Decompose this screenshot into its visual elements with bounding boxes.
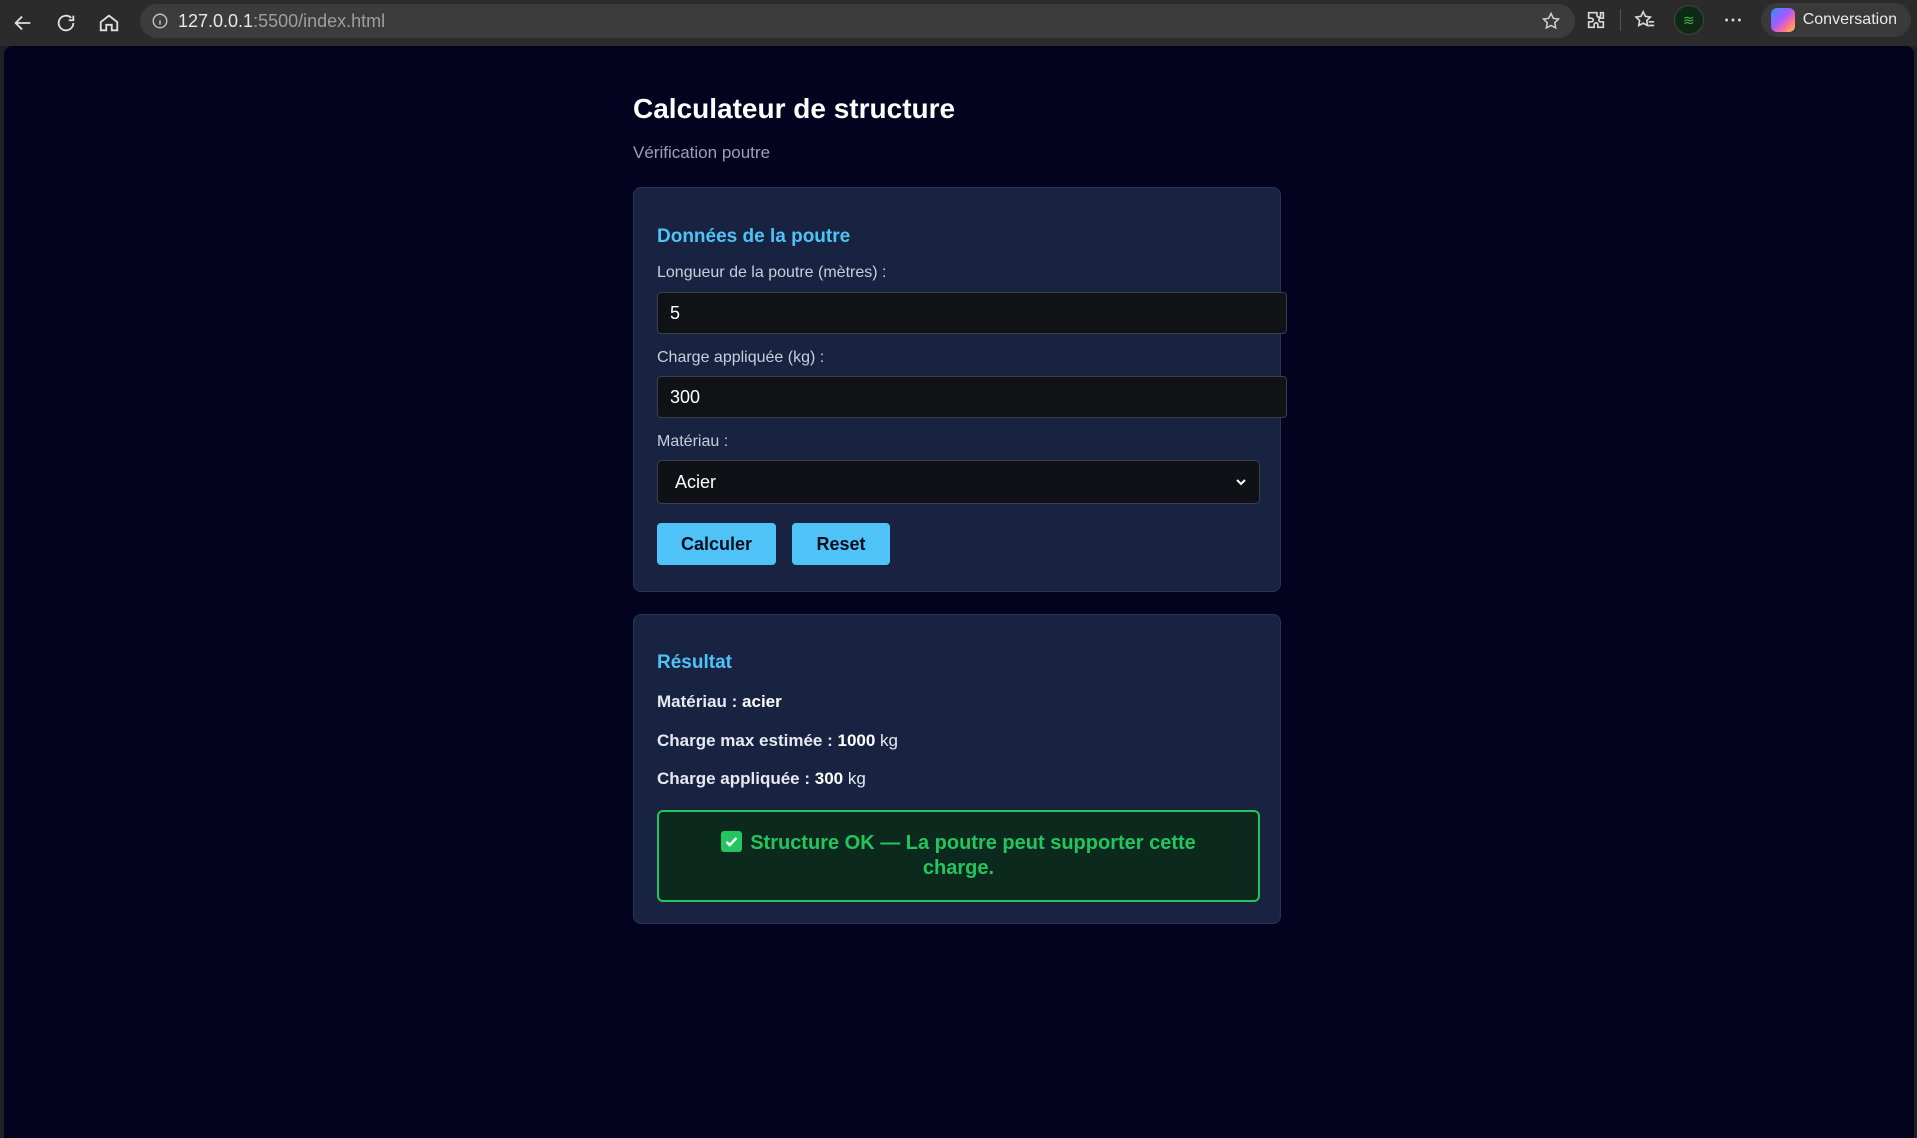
result-material: Matériau : acier bbox=[657, 692, 782, 712]
load-label: Charge appliquée (kg) : bbox=[657, 349, 825, 366]
url-text[interactable]: 127.0.0.1:5500/index.html bbox=[178, 11, 385, 32]
calculate-button[interactable]: Calculer bbox=[657, 523, 776, 565]
result-applied-label: Charge appliquée : bbox=[657, 769, 811, 788]
browser-toolbar: 127.0.0.1:5500/index.html ≋ Conversation bbox=[0, 0, 1917, 46]
page-subtitle: Vérification poutre bbox=[633, 143, 771, 162]
result-applied-load: Charge appliquée : 300 kg bbox=[657, 769, 866, 789]
chevron-down-icon bbox=[1236, 479, 1246, 486]
material-selected-value: Acier bbox=[675, 471, 717, 492]
material-label: Matériau : bbox=[657, 433, 729, 450]
toolbar-separator bbox=[1619, 9, 1621, 31]
home-icon[interactable] bbox=[89, 3, 129, 43]
favorite-star-icon[interactable] bbox=[1541, 11, 1561, 31]
length-input[interactable] bbox=[657, 292, 1287, 334]
length-label: Longueur de la poutre (mètres) : bbox=[657, 264, 887, 281]
conversation-label: Conversation bbox=[1802, 11, 1897, 28]
beam-data-card: Données de la poutre Longueur de la pout… bbox=[633, 187, 1287, 592]
result-max-load-label: Charge max estimée : bbox=[657, 731, 833, 750]
result-material-value: acier bbox=[742, 692, 782, 711]
result-applied-unit: kg bbox=[847, 769, 866, 788]
result-heading: Résultat bbox=[657, 652, 732, 673]
result-max-load: Charge max estimée : 1000 kg bbox=[657, 731, 898, 751]
url-host: 127.0.0.1 bbox=[178, 10, 254, 31]
form-heading: Données de la poutre bbox=[657, 226, 851, 247]
load-input[interactable] bbox=[657, 376, 1287, 418]
reset-button[interactable]: Reset bbox=[792, 523, 890, 565]
status-text: Structure OK — La poutre peut supporter … bbox=[750, 832, 1196, 879]
address-bar[interactable]: 127.0.0.1:5500/index.html bbox=[140, 4, 1575, 38]
page-viewport: Calculateur de structure Vérification po… bbox=[4, 46, 1914, 1138]
conversation-button[interactable]: Conversation bbox=[1760, 3, 1911, 37]
result-applied-value: 300 bbox=[814, 769, 844, 788]
refresh-icon[interactable] bbox=[46, 3, 86, 43]
back-icon[interactable] bbox=[3, 3, 43, 43]
page-title: Calculateur de structure bbox=[633, 93, 956, 124]
result-card: Résultat Matériau : acier Charge max est… bbox=[633, 614, 1281, 924]
result-max-load-value: 1000 bbox=[837, 731, 876, 750]
profile-avatar[interactable]: ≋ bbox=[1667, 0, 1711, 40]
url-path: :5500/index.html bbox=[253, 10, 386, 31]
info-icon[interactable] bbox=[150, 11, 170, 31]
status-message: Structure OK — La poutre peut supporter … bbox=[699, 831, 1218, 881]
result-max-load-unit: kg bbox=[880, 731, 899, 750]
extensions-icon[interactable] bbox=[1574, 0, 1618, 40]
status-badge: Structure OK — La poutre peut supporter … bbox=[657, 810, 1260, 902]
copilot-icon bbox=[1770, 8, 1795, 32]
result-material-label: Matériau : bbox=[657, 692, 738, 711]
check-icon bbox=[721, 831, 743, 852]
material-select[interactable]: Acier bbox=[657, 460, 1260, 504]
more-options-icon[interactable] bbox=[1711, 0, 1755, 40]
favorites-icon[interactable] bbox=[1623, 0, 1667, 40]
toolbar-right: ≋ Conversation bbox=[1574, 0, 1917, 40]
avatar: ≋ bbox=[1673, 5, 1704, 35]
